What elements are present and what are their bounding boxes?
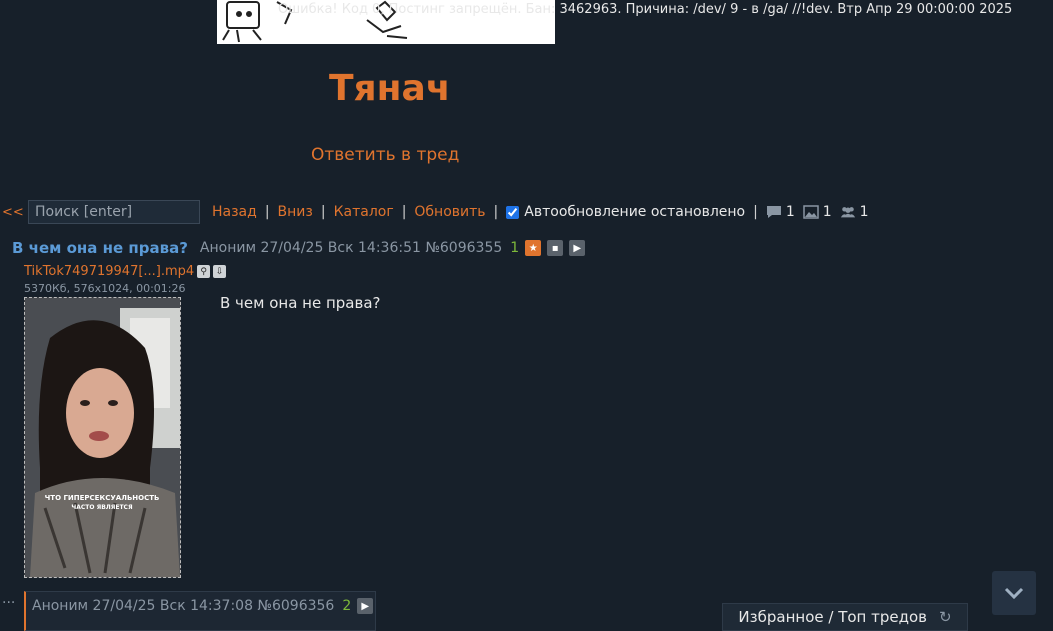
file-link: TikTok749719947[...].mp4 ⚲ ⇩ (24, 264, 227, 279)
autoupdate-checkbox[interactable] (506, 205, 520, 219)
back-arrow-link[interactable]: << (2, 205, 26, 220)
autoupdate-label: Автообновление остановлено (524, 204, 746, 220)
favorites-panel[interactable]: Избранное / Топ тредов ↻ (722, 603, 968, 631)
download-icon[interactable]: ⇩ (213, 265, 227, 278)
post-body: В чем она не права? (220, 294, 381, 312)
reply-post: Аноним 27/04/25 Вск 14:37:08 №6096356 2 … (24, 591, 376, 631)
post-meta[interactable]: Аноним 27/04/25 Вск 14:36:51 №6096355 (200, 240, 502, 256)
separator: | (320, 204, 326, 220)
nav-links: Назад | Вниз | Каталог | Обновить | Авто… (212, 204, 877, 220)
reply-post-reply-count[interactable]: 2 (342, 598, 351, 614)
reply-to-thread-link[interactable]: Ответить в тред (311, 145, 459, 165)
posts-count-value: 1 (785, 204, 795, 220)
video-caption-line1: ЧТО ГИПЕРСЕКСУАЛЬНОСТЬ (45, 494, 160, 502)
board-title[interactable]: Тянач (329, 68, 451, 109)
nav-link-back[interactable]: Назад (212, 204, 257, 220)
favorites-label: Избранное / Топ тредов (738, 608, 927, 626)
reply-post-header: Аноним 27/04/25 Вск 14:37:08 №6096356 2 … (32, 598, 374, 614)
posters-count-value: 1 (859, 204, 869, 220)
scroll-down-button[interactable] (992, 571, 1036, 615)
hide-post-icon[interactable]: ▪ (547, 240, 564, 256)
chevron-down-icon (1004, 587, 1024, 599)
separator: | (753, 204, 758, 220)
refresh-icon[interactable]: ↻ (939, 608, 952, 626)
image-icon (803, 205, 819, 219)
favorite-star-icon[interactable]: ★ (525, 240, 542, 256)
posters-count: 1 (840, 204, 869, 220)
thumbnail-image: ЧТО ГИПЕРСЕКСУАЛЬНОСТЬ ЧАСТО ЯВЛЯЕТСЯ (25, 298, 180, 577)
separator: | (401, 204, 407, 220)
users-icon (840, 207, 855, 218)
nav-link-refresh[interactable]: Обновить (414, 204, 485, 220)
thread-navbar: << Назад | Вниз | Каталог | Обновить | А… (0, 198, 1053, 226)
separator: | (264, 204, 270, 220)
nav-link-catalog[interactable]: Каталог (334, 204, 394, 220)
files-count-value: 1 (822, 204, 832, 220)
play-menu-icon[interactable]: ▶ (569, 240, 586, 256)
separator: | (493, 204, 499, 220)
post-subject: В чем она не права? (12, 239, 188, 257)
search-icon[interactable]: ⚲ (197, 265, 211, 278)
op-post-header: В чем она не права? Аноним 27/04/25 Вск … (12, 238, 586, 258)
comment-icon (766, 206, 781, 218)
reply-post-meta[interactable]: Аноним 27/04/25 Вск 14:37:08 №6096356 (32, 598, 334, 614)
search-input[interactable] (28, 200, 200, 224)
file-name[interactable]: TikTok749719947[...].mp4 (24, 264, 194, 279)
autoupdate-toggle[interactable]: Автообновление остановлено (506, 204, 745, 220)
video-thumbnail[interactable]: ЧТО ГИПЕРСЕКСУАЛЬНОСТЬ ЧАСТО ЯВЛЯЕТСЯ (24, 297, 181, 578)
files-count: 1 (803, 204, 832, 220)
ban-error-message: Ошибка! Код 0, Постинг запрещён. Бан: 34… (278, 2, 1013, 17)
nav-link-down[interactable]: Вниз (278, 204, 313, 220)
play-menu-icon[interactable]: ▶ (357, 598, 374, 614)
reply-count[interactable]: 1 (510, 240, 519, 256)
posts-count: 1 (766, 204, 795, 220)
video-caption-line2: ЧАСТО ЯВЛЯЕТСЯ (71, 504, 133, 511)
post-menu-dots[interactable]: ... (2, 591, 15, 607)
file-info: 5370Кб, 576x1024, 00:01:26 (24, 282, 186, 295)
